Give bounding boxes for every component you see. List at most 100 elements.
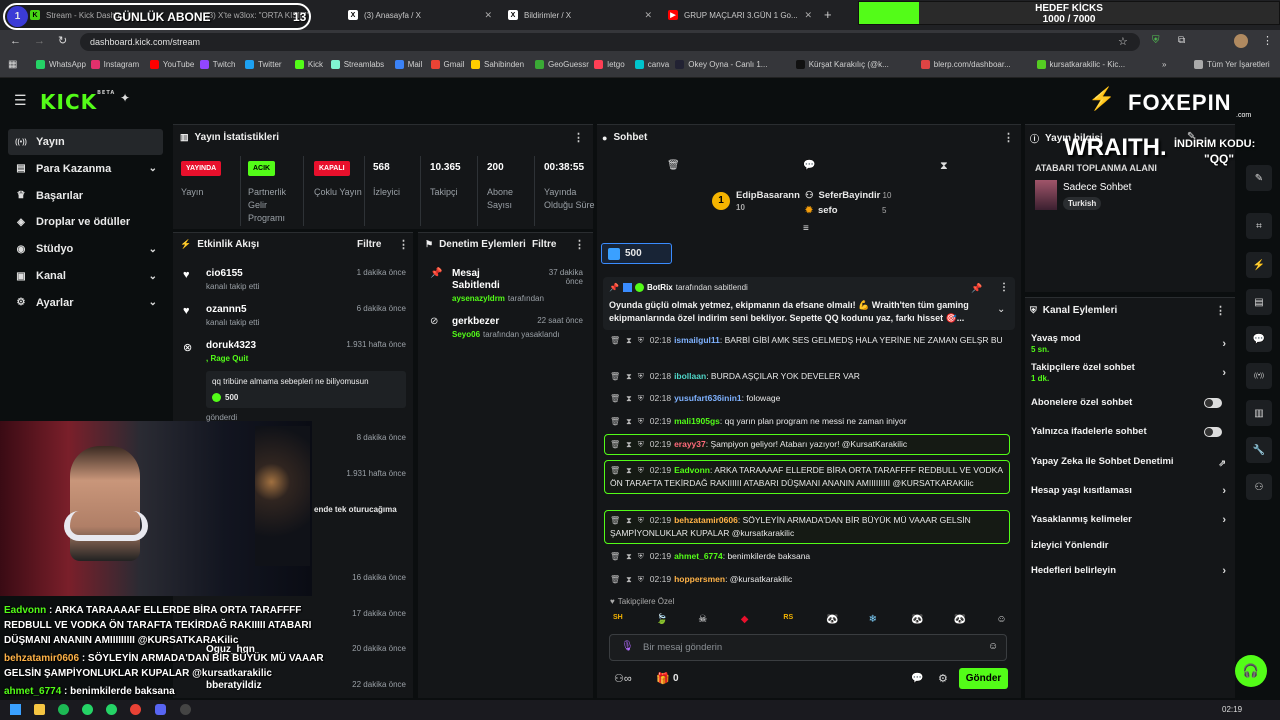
- emote-icon[interactable]: ☠: [698, 614, 707, 625]
- collapse-icon[interactable]: ≡: [803, 223, 809, 234]
- browser-tab[interactable]: ▶ GRUP MAÇLARI 3.GÜN 1 Go... ✕: [668, 4, 818, 26]
- document-icon[interactable]: ▤: [1246, 289, 1272, 315]
- sidebar-item-trophy[interactable]: ♛ Başarılar: [8, 183, 163, 209]
- emoji-icon[interactable]: ☺: [988, 641, 998, 652]
- gift-icon[interactable]: 🎁: [656, 672, 670, 685]
- bookmark-item[interactable]: kursatkarakilic - Kic...: [1036, 60, 1125, 69]
- moderation-filter-button[interactable]: Filtre: [532, 239, 556, 250]
- chat-message[interactable]: 🗑 ⧗ ⛨ 02:19 mali1905gs: qq yarın plan progra…: [604, 415, 1010, 428]
- close-tab-icon[interactable]: ✕: [804, 10, 812, 21]
- kick-logo[interactable]: KICKBETA: [40, 90, 115, 114]
- moderator-shield-icon[interactable]: ⛨: [638, 552, 644, 561]
- chrome-icon[interactable]: [130, 704, 141, 715]
- bookmark-item[interactable]: WhatsApp: [36, 60, 86, 69]
- bookmark-item[interactable]: Twitter: [245, 60, 282, 69]
- more-icon[interactable]: ⋮: [1215, 304, 1226, 317]
- delete-message-icon[interactable]: 🗑: [610, 440, 620, 449]
- back-icon[interactable]: ←: [10, 35, 21, 47]
- browser-tab[interactable]: X Bildirimler / X ✕: [508, 4, 658, 26]
- edit-icon[interactable]: ✎: [1246, 165, 1272, 191]
- timeout-icon[interactable]: ⧗: [626, 516, 632, 525]
- layout-icon[interactable]: ▥: [1246, 400, 1272, 426]
- channel-action-item[interactable]: Yasaklanmış kelimeler ›: [1031, 514, 1226, 526]
- chat-message[interactable]: 🗑 ⧗ ⛨ 02:18 ismailgul11: BARBİ GİBİ AMK SES …: [604, 334, 1010, 347]
- sidebar-item-channel[interactable]: ▣ Kanal ⌄: [8, 263, 163, 289]
- chat-bubble-icon[interactable]: 💬: [803, 160, 815, 171]
- bookmark-item[interactable]: Sahibinden: [471, 60, 524, 69]
- chat-message[interactable]: 🗑 ⧗ ⛨ 02:19 behzatamir0606: SÖYLEYİN ARMADA'…: [604, 510, 1010, 544]
- chat-username[interactable]: behzatamir0606: [674, 515, 738, 525]
- chat-username[interactable]: ibollaan: [674, 371, 706, 381]
- delete-message-icon[interactable]: 🗑: [610, 552, 620, 561]
- windows-start-icon[interactable]: [10, 704, 21, 715]
- more-icon[interactable]: ⋮: [1003, 131, 1014, 144]
- sidebar-item-money[interactable]: ▤ Para Kazanma ⌄: [8, 156, 163, 182]
- more-bookmarks-icon[interactable]: »: [1162, 60, 1166, 69]
- timeout-icon[interactable]: ⧗: [626, 394, 632, 403]
- unpin-icon[interactable]: 📌: [971, 283, 982, 294]
- bookmark-item[interactable]: YouTube: [149, 60, 194, 69]
- reload-icon[interactable]: ↻: [58, 34, 67, 47]
- more-icon[interactable]: ⋮: [999, 282, 1009, 293]
- bookmark-item[interactable]: Gmail: [430, 60, 464, 69]
- chat-icon[interactable]: 💬: [1246, 326, 1272, 352]
- chat-message[interactable]: 🗑 ⧗ ⛨ 02:19 erayy37: Şampiyon geliyor! Ataba…: [604, 434, 1010, 455]
- whatsapp-icon[interactable]: [82, 704, 93, 715]
- chat-message[interactable]: 🗑 ⧗ ⛨ 02:18 ibollaan: BURDA AŞÇILAR YOK DEVE…: [604, 370, 1010, 383]
- moderator-shield-icon[interactable]: ⛨: [638, 440, 644, 449]
- moderator-shield-icon[interactable]: ⛨: [638, 417, 644, 426]
- moderator-shield-icon[interactable]: ⛨: [638, 394, 644, 403]
- sidebar-item-gift[interactable]: ◈ Droplar ve ödüller: [8, 209, 163, 235]
- emote-icon[interactable]: 🍃: [656, 614, 668, 625]
- channel-action-item[interactable]: Yalnızca ifadelerle sohbet: [1031, 426, 1226, 437]
- bolt-icon[interactable]: ⚡: [1246, 252, 1272, 278]
- channel-action-item[interactable]: Takipçilere özel sohbet 1 dk. ›: [1031, 362, 1226, 383]
- emote-icon[interactable]: 🐼: [911, 614, 923, 625]
- top-gifter[interactable]: 1 EdipBasarann 10: [712, 190, 800, 212]
- chat-bubble-icon[interactable]: 💬: [911, 673, 923, 684]
- channel-action-item[interactable]: İzleyici Yönlendir: [1031, 540, 1226, 551]
- browser-menu-icon[interactable]: ⋮: [1262, 34, 1273, 47]
- bookmark-item[interactable]: canva: [634, 60, 669, 69]
- forward-icon[interactable]: →: [34, 35, 45, 47]
- crop-icon[interactable]: ⌗: [1246, 213, 1272, 239]
- bookmark-item[interactable]: Kick: [294, 60, 323, 69]
- moderator-shield-icon[interactable]: ⛨: [638, 575, 644, 584]
- bookmark-item[interactable]: blerp.com/dashboar...: [920, 60, 1011, 69]
- chat-username[interactable]: ahmet_6774: [674, 551, 723, 561]
- delete-message-icon[interactable]: 🗑: [610, 372, 620, 381]
- hourglass-icon[interactable]: ⧗: [940, 160, 948, 173]
- chat-username[interactable]: ismailgul11: [674, 335, 720, 345]
- gear-icon[interactable]: ⚙: [938, 672, 948, 685]
- timeout-icon[interactable]: ⧗: [626, 336, 632, 345]
- bookmark-item[interactable]: Okey Oyna - Canlı 1...: [675, 60, 767, 69]
- emote-icon[interactable]: RS: [783, 614, 793, 621]
- send-button[interactable]: Gönder: [959, 668, 1008, 689]
- close-tab-icon[interactable]: ✕: [644, 10, 652, 21]
- kicks-pill[interactable]: 500: [601, 243, 672, 264]
- channel-action-item[interactable]: Yavaş mod 5 sn. ›: [1031, 333, 1226, 354]
- chat-username[interactable]: erayy37: [674, 439, 706, 449]
- broadcast-icon[interactable]: ((•)): [1246, 363, 1272, 389]
- sidebar-item-studio[interactable]: ◉ Stüdyo ⌄: [8, 236, 163, 262]
- activity-filter-button[interactable]: Filtre: [357, 239, 381, 250]
- infinity-icon[interactable]: ⚇∞: [614, 672, 632, 685]
- bookmark-item[interactable]: letgo: [594, 60, 625, 69]
- emote-icon[interactable]: ❄: [869, 614, 877, 625]
- extension-shield-icon[interactable]: ⛨: [1152, 35, 1160, 46]
- delete-message-icon[interactable]: 🗑: [610, 575, 620, 584]
- timeout-icon[interactable]: ⧗: [626, 417, 632, 426]
- delete-message-icon[interactable]: 🗑: [610, 394, 620, 403]
- chat-message[interactable]: 🗑 ⧗ ⛨ 02:18 yusufart636inin1: folowage: [604, 392, 1010, 405]
- timeout-icon[interactable]: ⧗: [626, 466, 632, 475]
- discord-icon[interactable]: [155, 704, 166, 715]
- timeout-icon[interactable]: ⧗: [626, 575, 632, 584]
- delete-message-icon[interactable]: 🗑: [610, 516, 620, 525]
- top-gifter[interactable]: ✹ sefo 5: [805, 205, 886, 216]
- apps-icon[interactable]: ▦: [8, 59, 17, 70]
- timeout-icon[interactable]: ⧗: [626, 552, 632, 561]
- bookmark-item[interactable]: Twitch: [199, 60, 235, 69]
- channel-action-item[interactable]: Hedefleri belirleyin ›: [1031, 565, 1226, 577]
- chat-input[interactable]: 🎙 Bir mesaj gönderin ☺: [609, 634, 1007, 661]
- timeout-icon[interactable]: ⧗: [626, 440, 632, 449]
